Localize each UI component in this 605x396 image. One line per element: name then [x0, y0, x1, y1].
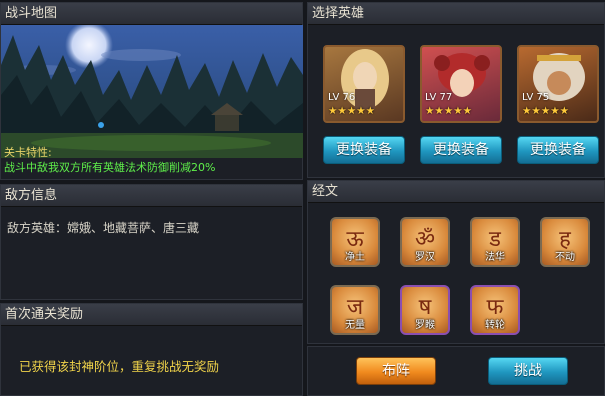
change-equipment-button-3[interactable]: 更换装备 [517, 136, 599, 164]
stage-feature-text: 战斗中敌我双方所有英雄法术防御削减20% [4, 161, 216, 174]
change-equipment-button-2[interactable]: 更换装备 [420, 136, 502, 164]
sutra-label: 法华 [485, 252, 505, 263]
hero-3-stars: ★★★★★ [522, 105, 570, 117]
battle-map-title: 战斗地图 [1, 3, 302, 25]
night-forest-scene [1, 25, 303, 158]
sutra-jingtu[interactable]: ऊ 净土 [330, 217, 380, 267]
stage-feature-title: 关卡特性: [4, 146, 52, 159]
sutra-budong[interactable]: ह 不动 [540, 217, 590, 267]
sutra-fahua[interactable]: ड 法华 [470, 217, 520, 267]
battle-map-panel: 战斗地图 关卡特性: 战斗中敌我双方所有英雄法术防御削减20% [0, 2, 303, 180]
hero-select-panel: 选择英雄 LV 76 ★★★★★ LV 77 ★★★★★ LV 75 ★★★★★… [307, 2, 605, 178]
sutra-title: 经文 [308, 181, 604, 203]
sutra-zhuanlun[interactable]: फ 转轮 [470, 285, 520, 335]
action-bar: 布阵 挑战 [307, 346, 605, 396]
enemy-heroes-text: 敌方英雄：嫦娥、地藏菩萨、唐三藏 [7, 221, 200, 235]
battle-map-image [1, 25, 303, 158]
first-clear-title: 首次通关奖励 [1, 304, 302, 326]
hero-3-level: LV 75 [522, 92, 550, 103]
sutra-label: 不动 [555, 252, 575, 263]
sutra-label: 罗睺 [415, 320, 435, 331]
hero-card-3[interactable]: LV 75 ★★★★★ [517, 45, 599, 123]
sutra-panel: 经文 ऊ 净土 ॐ 罗汉 ड 法华 ह 不动 ज 无量 ष 罗睺 फ 转轮 [307, 180, 605, 344]
hero-card-2[interactable]: LV 77 ★★★★★ [420, 45, 502, 123]
sutra-label: 罗汉 [415, 252, 435, 263]
enemy-info-title: 敌方信息 [1, 185, 302, 207]
sutra-luohou[interactable]: ष 罗睺 [400, 285, 450, 335]
hero-2-level: LV 77 [425, 92, 453, 103]
hero-card-1[interactable]: LV 76 ★★★★★ [323, 45, 405, 123]
first-clear-text: 已获得该封神阶位，重复挑战无奖励 [19, 359, 220, 374]
enemy-info-panel: 敌方信息 敌方英雄：嫦娥、地藏菩萨、唐三藏 [0, 184, 303, 300]
sutra-wuliang[interactable]: ज 无量 [330, 285, 380, 335]
sutra-label: 净土 [345, 252, 365, 263]
sutra-label: 无量 [345, 320, 365, 331]
challenge-button[interactable]: 挑战 [488, 357, 568, 385]
change-equipment-button-1[interactable]: 更换装备 [323, 136, 405, 164]
hero-2-stars: ★★★★★ [425, 105, 473, 117]
formation-button[interactable]: 布阵 [356, 357, 436, 385]
sutra-label: 转轮 [485, 320, 505, 331]
sutra-luohan[interactable]: ॐ 罗汉 [400, 217, 450, 267]
hero-1-stars: ★★★★★ [328, 105, 376, 117]
first-clear-reward-panel: 首次通关奖励 已获得该封神阶位，重复挑战无奖励 [0, 303, 303, 396]
hero-1-level: LV 76 [328, 92, 356, 103]
hero-select-title: 选择英雄 [308, 3, 604, 25]
